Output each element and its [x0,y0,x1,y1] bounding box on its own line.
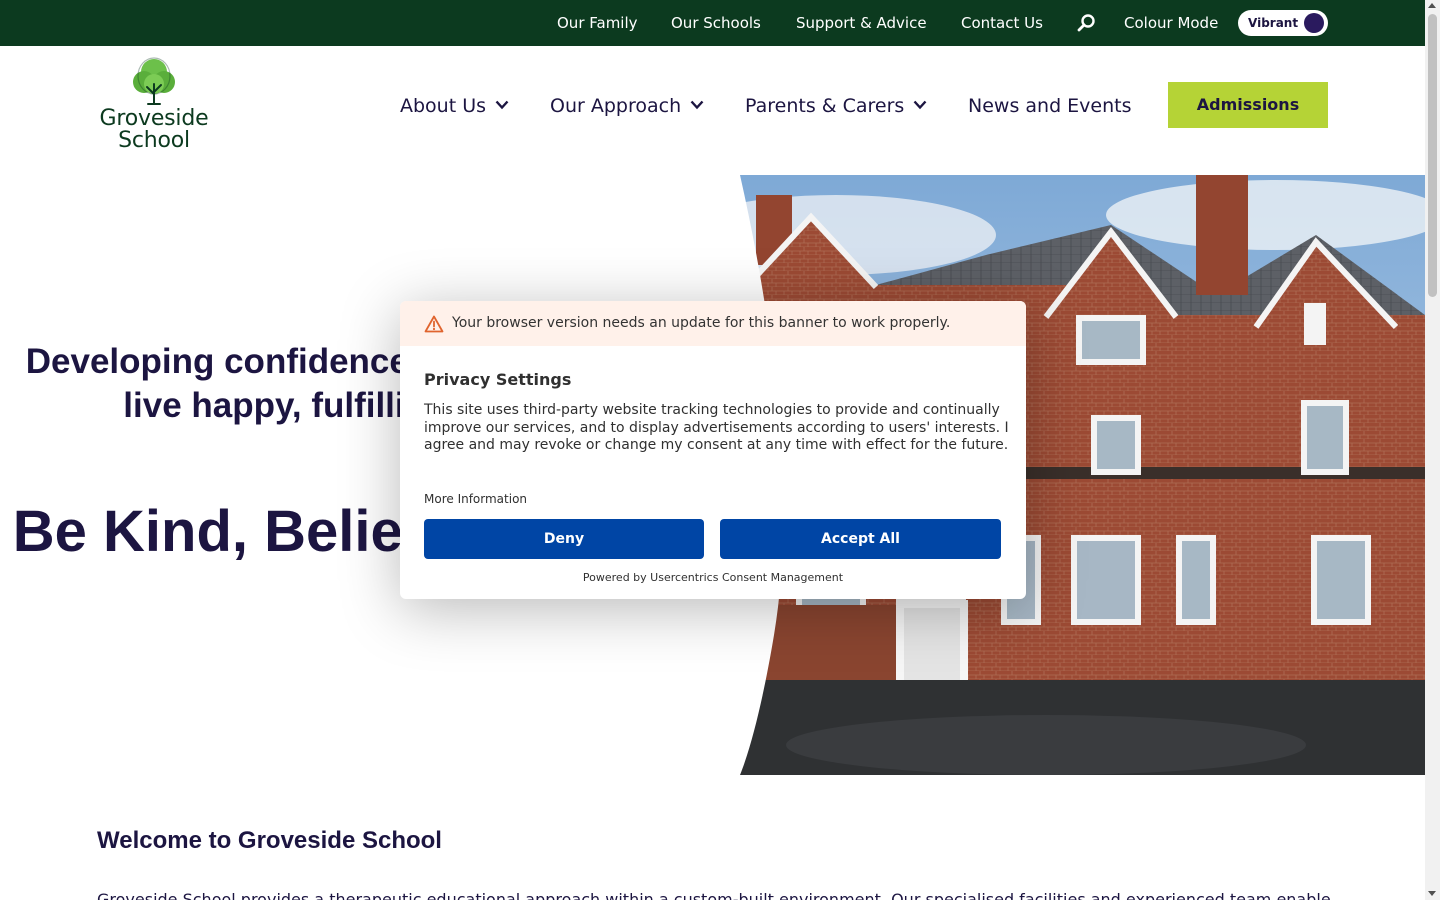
colour-mode-toggle[interactable]: Vibrant [1238,10,1328,36]
scroll-up-arrow[interactable] [1428,3,1436,8]
consent-title: Privacy Settings [424,370,572,389]
admissions-button[interactable]: Admissions [1168,82,1328,128]
chevron-down-icon[interactable] [495,100,509,110]
utility-bar: Our Family Our Schools Support & Advice … [0,0,1425,46]
scroll-down-arrow[interactable] [1428,891,1436,896]
link-support-advice[interactable]: Support & Advice [796,13,927,33]
tree-icon [133,57,175,105]
nav-news-events[interactable]: News and Events [968,94,1132,118]
search-icon[interactable] [1077,13,1097,33]
link-our-family[interactable]: Our Family [557,13,638,33]
nav-about-us[interactable]: About Us [400,94,486,118]
toggle-knob [1304,13,1324,33]
link-our-schools[interactable]: Our Schools [671,13,761,33]
deny-button[interactable]: Deny [424,519,704,559]
page-scrollbar[interactable] [1425,0,1440,900]
privacy-consent-dialog: Your browser version needs an update for… [400,301,1026,599]
logo-line-2: School [118,128,190,153]
colour-mode-label: Colour Mode [1124,14,1219,32]
colour-mode-value: Vibrant [1248,16,1299,30]
more-information-link[interactable]: More Information [424,491,527,507]
welcome-heading: Welcome to Groveside School [97,827,442,854]
consent-powered-by: Powered by Usercentrics Consent Manageme… [582,571,844,584]
browser-warning-banner: Your browser version needs an update for… [400,301,1026,346]
site-logo[interactable]: Groveside School [96,54,212,158]
nav-parents-carers[interactable]: Parents & Carers [745,94,904,118]
consent-body: This site uses third-party website track… [424,402,1009,453]
browser-warning-text: Your browser version needs an update for… [452,315,951,331]
accept-all-button[interactable]: Accept All [720,519,1001,559]
link-contact-us[interactable]: Contact Us [961,13,1043,33]
nav-our-approach[interactable]: Our Approach [550,94,681,118]
chevron-down-icon[interactable] [913,100,927,110]
welcome-intro: Groveside School provides a therapeutic … [97,890,1331,900]
chevron-down-icon[interactable] [690,100,704,110]
scrollbar-thumb[interactable] [1428,14,1437,297]
logo-wordmark: Groveside School [96,108,212,152]
warning-icon [424,315,444,333]
